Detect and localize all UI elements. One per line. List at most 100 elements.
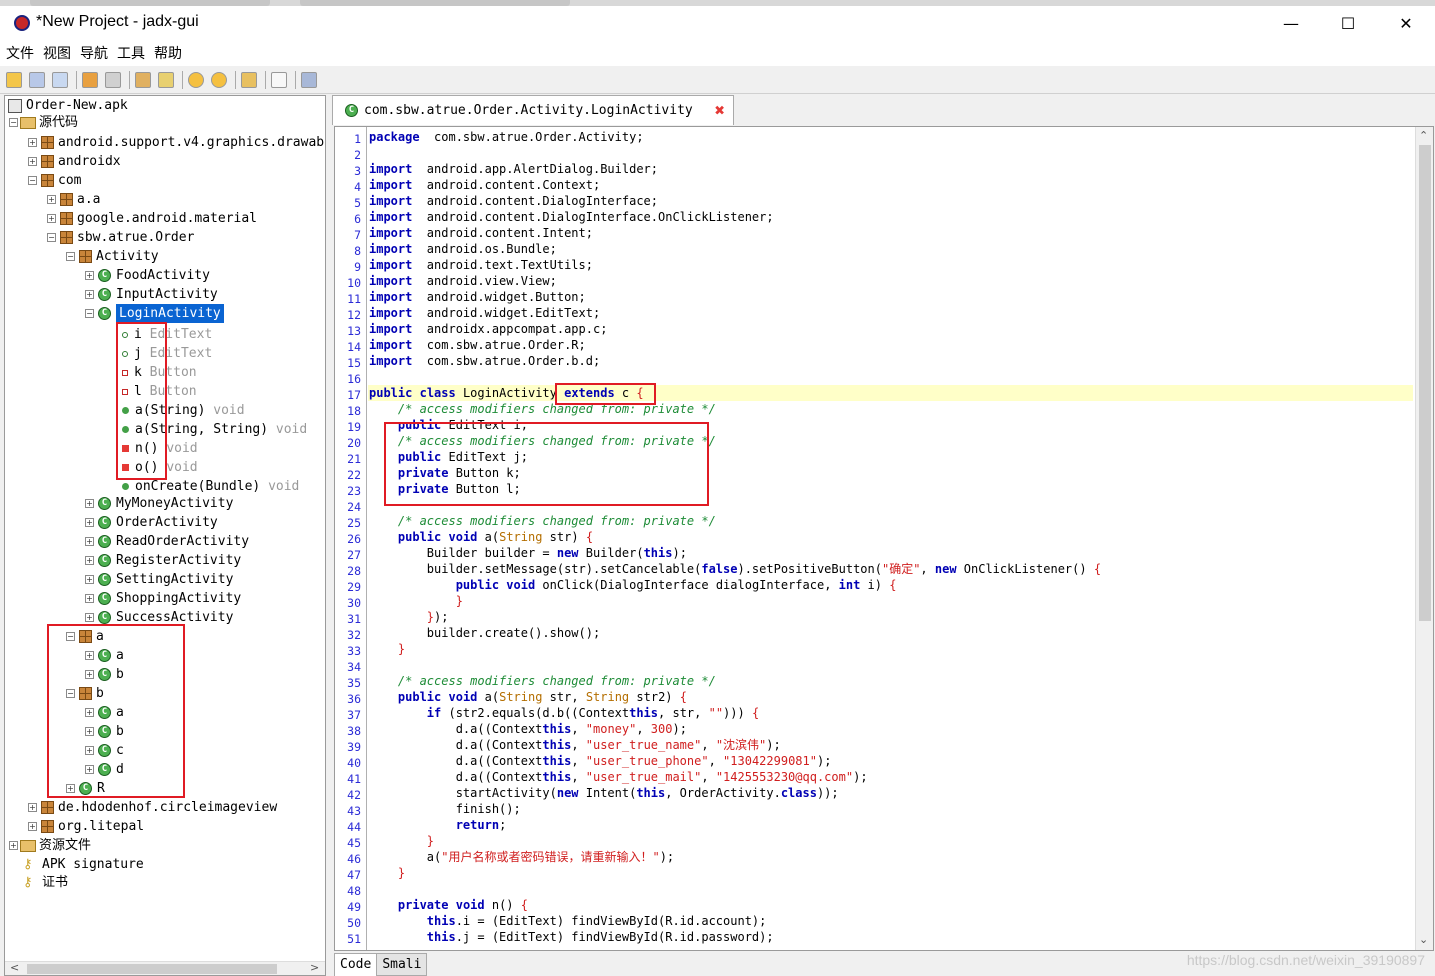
collapse-icon[interactable]: − xyxy=(47,233,56,242)
expand-icon[interactable]: + xyxy=(85,575,94,584)
tree-member-field[interactable]: k Button xyxy=(117,363,197,382)
search-icon[interactable] xyxy=(158,71,174,88)
tree-node-class[interactable]: + C OrderActivity xyxy=(85,513,218,532)
expand-icon[interactable]: + xyxy=(85,518,94,527)
preferences-icon[interactable] xyxy=(301,71,317,88)
expand-icon[interactable]: + xyxy=(85,651,94,660)
expand-icon[interactable]: + xyxy=(66,784,75,793)
code-editor[interactable]: 1 2 3 4 5 6 7 8 9 10 11 12 13 14 15 16 17 18 19 20 21 22 23 24 2… xyxy=(334,126,1434,951)
decompile-icon[interactable] xyxy=(135,71,151,88)
tree-member-method[interactable]: o() void xyxy=(117,458,198,477)
tree-node-class[interactable]: + C R xyxy=(66,779,105,798)
expand-icon[interactable]: + xyxy=(47,195,56,204)
tree-node-package[interactable]: − a xyxy=(66,627,104,646)
deobfuscation-icon[interactable] xyxy=(241,71,257,88)
expand-icon[interactable]: + xyxy=(85,613,94,622)
expand-icon[interactable]: + xyxy=(85,290,94,299)
expand-icon[interactable]: + xyxy=(85,746,94,755)
tree-node-class-selected[interactable]: − C LoginActivity xyxy=(85,304,224,323)
scrollbar-thumb[interactable] xyxy=(1419,145,1431,621)
close-window-button[interactable]: ✕ xyxy=(1377,6,1435,40)
tree-node-class[interactable]: + C SuccessActivity xyxy=(85,608,233,627)
tree-node-certificate[interactable]: ⚷ 证书 xyxy=(23,873,68,892)
expand-icon[interactable]: + xyxy=(85,727,94,736)
tree-node-package[interactable]: − Activity xyxy=(66,247,159,266)
tree-node-resources[interactable]: + 资源文件 xyxy=(9,836,91,855)
collapse-icon[interactable]: − xyxy=(66,689,75,698)
expand-icon[interactable]: + xyxy=(85,670,94,679)
expand-icon[interactable]: + xyxy=(9,841,18,850)
tree-horizontal-scrollbar[interactable]: < > xyxy=(5,961,325,975)
add-files-icon[interactable] xyxy=(29,71,45,88)
tab-code[interactable]: Code xyxy=(334,953,378,976)
tree-member-field[interactable]: l Button xyxy=(117,382,197,401)
scroll-left-icon[interactable]: < xyxy=(10,961,19,974)
menu-view[interactable]: 视图 xyxy=(43,43,71,63)
tree-node-class[interactable]: + C SettingActivity xyxy=(85,570,233,589)
collapse-icon[interactable]: − xyxy=(66,252,75,261)
expand-icon[interactable]: + xyxy=(85,594,94,603)
tree-node-class[interactable]: + C d xyxy=(85,760,124,779)
forward-icon[interactable] xyxy=(211,71,227,88)
tree-node-package[interactable]: + androidx xyxy=(28,152,121,171)
tree-node-class[interactable]: + C InputActivity xyxy=(85,285,218,304)
save-all-icon[interactable] xyxy=(105,71,121,88)
tree-node-package[interactable]: − b xyxy=(66,684,104,703)
tree-node-class[interactable]: + C FoodActivity xyxy=(85,266,210,285)
tree-node-class[interactable]: + C ShoppingActivity xyxy=(85,589,241,608)
scrollbar-thumb[interactable] xyxy=(27,964,277,974)
tree-node-apk-signature[interactable]: ⚷ APK signature xyxy=(23,855,144,874)
tree-node-class[interactable]: + C RegisterActivity xyxy=(85,551,241,570)
expand-icon[interactable]: + xyxy=(47,214,56,223)
save-project-icon[interactable] xyxy=(52,71,68,88)
tree-node-class[interactable]: + C a xyxy=(85,703,124,722)
tree-member-method[interactable]: a(String, String) void xyxy=(117,420,307,439)
tree-node-class[interactable]: + C MyMoneyActivity xyxy=(85,494,233,513)
menu-file[interactable]: 文件 xyxy=(6,43,34,63)
expand-icon[interactable]: + xyxy=(85,765,94,774)
tree-node-package[interactable]: − sbw.atrue.Order xyxy=(47,228,194,247)
maximize-button[interactable]: ☐ xyxy=(1319,6,1377,40)
tree-node-class[interactable]: + C b xyxy=(85,665,124,684)
menu-help[interactable]: 帮助 xyxy=(154,43,182,63)
tree-node-package[interactable]: − com xyxy=(28,171,81,190)
tree-member-method[interactable]: n() void xyxy=(117,439,198,458)
expand-icon[interactable]: + xyxy=(28,803,37,812)
collapse-icon[interactable]: − xyxy=(28,176,37,185)
expand-icon[interactable]: + xyxy=(28,822,37,831)
tree-node-package[interactable]: + org.litepal xyxy=(28,817,144,836)
tree-node-class[interactable]: + C a xyxy=(85,646,124,665)
tree-node-package[interactable]: + de.hdodenhof.circleimageview xyxy=(28,798,277,817)
scroll-right-icon[interactable]: > xyxy=(310,961,319,974)
tree-member-field[interactable]: i EditText xyxy=(117,325,212,344)
expand-icon[interactable]: + xyxy=(85,499,94,508)
scroll-down-icon[interactable]: ⌄ xyxy=(1419,933,1428,946)
collapse-icon[interactable]: − xyxy=(85,309,94,318)
collapse-icon[interactable]: − xyxy=(9,118,18,127)
tree-node-source[interactable]: − 源代码 xyxy=(9,113,78,132)
menu-tools[interactable]: 工具 xyxy=(117,43,145,63)
collapse-icon[interactable]: − xyxy=(66,632,75,641)
expand-icon[interactable]: + xyxy=(85,537,94,546)
tree-node-package[interactable]: + android.support.v4.graphics.drawable xyxy=(28,133,325,152)
expand-icon[interactable]: + xyxy=(85,708,94,717)
tab-smali[interactable]: Smali xyxy=(376,953,428,976)
expand-icon[interactable]: + xyxy=(85,271,94,280)
menu-navigation[interactable]: 导航 xyxy=(80,43,108,63)
tree-node-class[interactable]: + C b xyxy=(85,722,124,741)
expand-icon[interactable]: + xyxy=(28,157,37,166)
tree-node-package[interactable]: + a.a xyxy=(47,190,100,209)
expand-icon[interactable]: + xyxy=(28,138,37,147)
sync-icon[interactable] xyxy=(82,71,98,88)
code-area[interactable]: package com.sbw.atrue.Order.Activity; imp… xyxy=(368,127,1413,950)
editor-vertical-scrollbar[interactable]: ⌃ ⌄ xyxy=(1415,127,1433,950)
tree-member-method[interactable]: a(String) void xyxy=(117,401,245,420)
tree-node-package[interactable]: + google.android.material xyxy=(47,209,257,228)
scroll-up-icon[interactable]: ⌃ xyxy=(1419,129,1428,142)
close-tab-icon[interactable]: ✖ xyxy=(715,101,725,121)
tree-member-field[interactable]: j EditText xyxy=(117,344,212,363)
expand-icon[interactable]: + xyxy=(85,556,94,565)
back-icon[interactable] xyxy=(188,71,204,88)
minimize-button[interactable]: — xyxy=(1262,6,1320,40)
editor-tab[interactable]: C com.sbw.atrue.Order.Activity.LoginActi… xyxy=(332,95,734,125)
